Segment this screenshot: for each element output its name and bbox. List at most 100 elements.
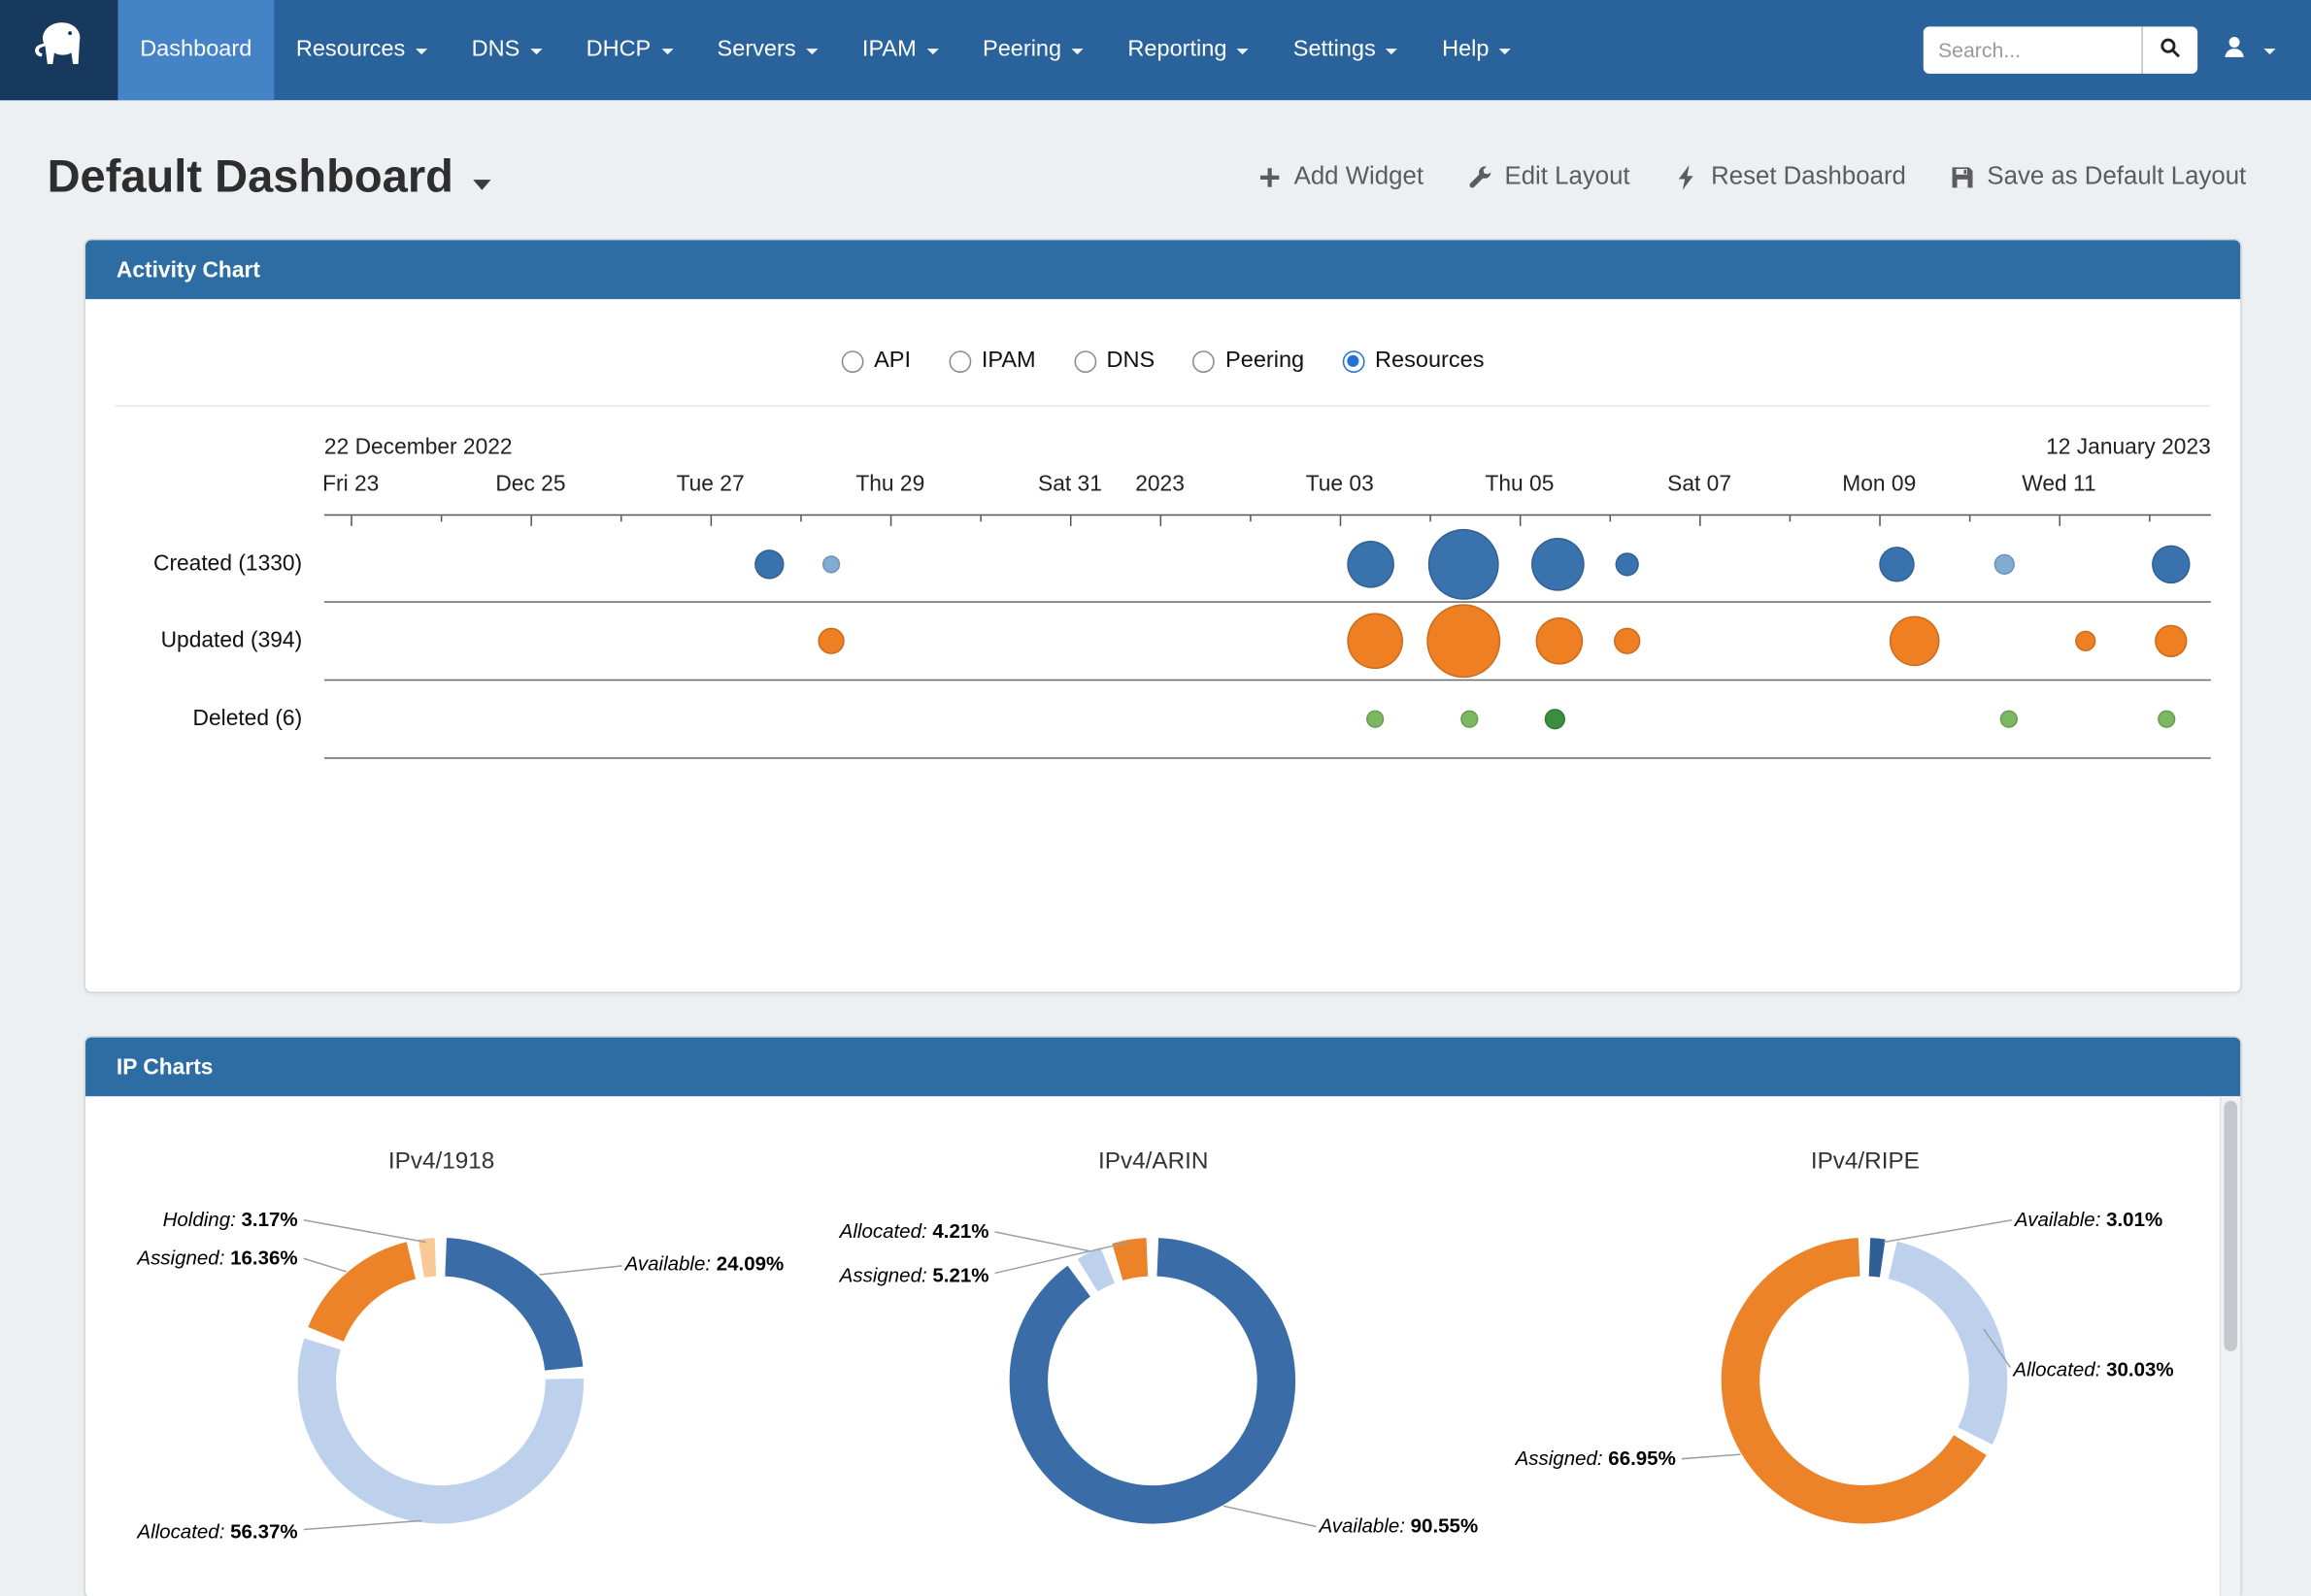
activity-chart-panel: Activity Chart APIIPAMDNSPeeringResource… (84, 239, 2242, 993)
activity-bubble-updated (2076, 631, 2096, 651)
app-logo[interactable] (0, 0, 117, 100)
activity-bubble-deleted (2000, 711, 2018, 728)
main-menu: Dashboard Resources DNS DHCP Servers IPAMPeer… (117, 0, 1533, 100)
activity-bubble-updated (1614, 628, 1640, 654)
donut-label-assigned: Assigned: 16.36% (137, 1247, 297, 1269)
axis-tick-label: Fri 23 (322, 472, 379, 497)
nav-item-settings[interactable]: Settings (1271, 0, 1420, 100)
ip-panel-scrollbar[interactable] (2220, 1096, 2240, 1596)
nav-item-reporting[interactable]: Reporting (1106, 0, 1271, 100)
dashboard-selector-caret[interactable] (473, 179, 490, 189)
chevron-down-icon (2263, 49, 2275, 54)
axis-end-date: 12 January 2023 (2046, 435, 2211, 460)
navbar-right (1924, 0, 2311, 100)
activity-bubble-updated (1427, 604, 1501, 678)
nav-item-resources[interactable]: Resources (274, 0, 450, 100)
nav-item-label: Servers (718, 37, 796, 63)
add-widget-button[interactable]: Add Widget (1257, 162, 1423, 191)
ip-charts-panel: IP Charts IPv4/1918Available: 24.09%Allo… (84, 1036, 2242, 1596)
nav-item-dashboard[interactable]: Dashboard (117, 0, 274, 100)
nav-item-servers[interactable]: Servers (695, 0, 840, 100)
nav-item-peering[interactable]: Peering (960, 0, 1105, 100)
leader-line (995, 1232, 1089, 1251)
page-header: Default Dashboard Add Widget Edit Layout R… (48, 150, 2247, 204)
nav-item-dns[interactable]: DNS (450, 0, 564, 100)
leader-line (995, 1243, 1129, 1274)
axis-tick (1160, 515, 1162, 526)
activity-bubble-deleted (1367, 711, 1385, 728)
search-icon (2160, 37, 2182, 63)
leader-line (304, 1258, 347, 1272)
leader-line (304, 1220, 426, 1243)
activity-bubble-deleted (2158, 711, 2175, 728)
bolt-icon (1674, 164, 1699, 189)
axis-tick (1070, 515, 1072, 526)
user-menu[interactable] (2221, 33, 2275, 67)
donut-label-available: Available: 24.09% (625, 1252, 785, 1275)
donut-label-available: Available: 3.01% (2015, 1209, 2162, 1231)
axis-tick (1610, 515, 1612, 521)
search-group (1924, 26, 2197, 74)
search-input[interactable] (1924, 26, 2142, 74)
nav-item-label: Resources (296, 37, 405, 63)
axis-tick (1340, 515, 1342, 526)
screen: Dashboard Resources DNS DHCP Servers IPAMPeer… (0, 0, 2311, 1596)
nav-item-label: DHCP (586, 37, 652, 63)
ip-panel-body: IPv4/1918Available: 24.09%Allocated: 56.… (85, 1096, 2240, 1596)
activity-bubble-created (1428, 529, 1499, 600)
ip-chart-ipv4-1918: IPv4/1918Available: 24.09%Allocated: 56.… (85, 1096, 797, 1596)
chevron-down-icon (806, 49, 818, 54)
floppy-icon (1950, 164, 1975, 189)
action-label: Add Widget (1294, 162, 1423, 191)
nav-item-label: Settings (1293, 37, 1376, 63)
axis-tick (1429, 515, 1431, 521)
axis-tick (890, 515, 892, 526)
activity-bubble-chart: 22 December 202212 January 2023Fri 23Dec… (85, 299, 2240, 991)
leader-line (540, 1266, 622, 1275)
donut-label-allocated: Allocated: 30.03% (2013, 1358, 2173, 1380)
chevron-down-icon (1386, 49, 1397, 54)
activity-bubble-updated (2155, 625, 2187, 657)
edit-layout-button[interactable]: Edit Layout (1468, 162, 1630, 191)
row-baseline-deleted (324, 757, 2211, 759)
activity-bubble-created (754, 549, 784, 579)
axis-tick-label: Thu 29 (855, 472, 924, 497)
axis-tick (1969, 515, 1971, 521)
page-title-text: Default Dashboard (48, 150, 453, 204)
save-as-default-layout-button[interactable]: Save as Default Layout (1950, 162, 2246, 191)
activity-bubble-updated (1348, 613, 1404, 669)
chevron-down-icon (416, 49, 427, 54)
donut-label-assigned: Assigned: 66.95% (1516, 1447, 1676, 1470)
axis-tick (530, 515, 532, 526)
nav-item-dhcp[interactable]: DHCP (564, 0, 695, 100)
activity-panel-title: Activity Chart (117, 257, 260, 283)
series-label-updated: Updated (394) (85, 628, 302, 653)
nav-item-help[interactable]: Help (1420, 0, 1533, 100)
axis-tick (1790, 515, 1792, 521)
reset-dashboard-button[interactable]: Reset Dashboard (1674, 162, 1906, 191)
activity-bubble-created (822, 555, 840, 573)
donut-label-holding: Holding: 3.17% (163, 1209, 298, 1231)
chevron-down-icon (661, 49, 673, 54)
search-button[interactable] (2141, 26, 2197, 74)
activity-bubble-created (1348, 541, 1395, 588)
leader-line (304, 1520, 421, 1529)
axis-tick-label: Thu 05 (1485, 472, 1554, 497)
donut-label-assigned: Assigned: 5.21% (840, 1264, 989, 1286)
nav-item-label: Dashboard (140, 37, 251, 63)
donut-label-allocated: Allocated: 4.21% (840, 1220, 989, 1243)
series-label-created: Created (1330) (85, 551, 302, 577)
axis-tick (620, 515, 622, 521)
axis-tick (2149, 515, 2151, 521)
scrollbar-thumb[interactable] (2224, 1101, 2237, 1351)
ip-charts-row: IPv4/1918Available: 24.09%Allocated: 56.… (85, 1096, 2240, 1596)
series-label-deleted: Deleted (6) (85, 706, 302, 731)
dashboard-actions: Add Widget Edit Layout Reset Dashboard Save… (1257, 162, 2247, 191)
axis-tick-label: Dec 25 (495, 472, 565, 497)
activity-bubble-updated (1890, 615, 1940, 666)
nav-item-ipam[interactable]: IPAM (840, 0, 960, 100)
ip-panel-header: IP Charts (85, 1038, 2240, 1097)
donut-label-allocated: Allocated: 56.37% (137, 1520, 297, 1543)
axis-tick-label: 2023 (1135, 472, 1185, 497)
axis-tick (1879, 515, 1881, 526)
